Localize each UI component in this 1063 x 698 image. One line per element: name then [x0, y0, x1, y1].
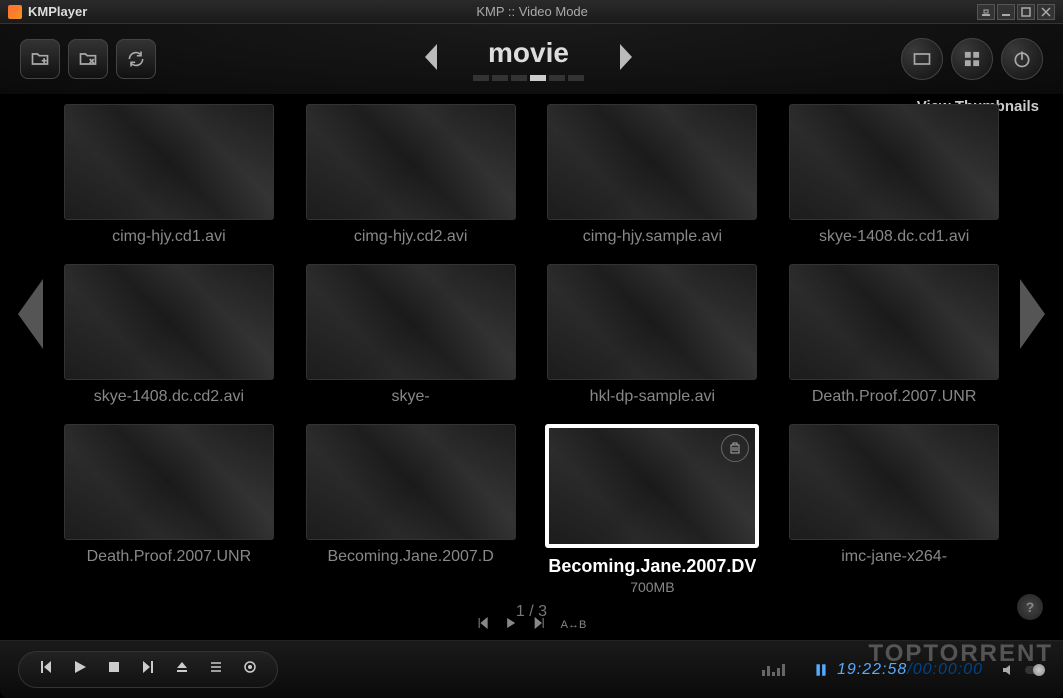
playlist-button[interactable]: [209, 660, 223, 679]
file-size: 700MB: [630, 579, 674, 595]
thumbnail-label: skye-: [392, 388, 430, 406]
help-button[interactable]: ?: [1017, 594, 1043, 620]
thumbnail-label: cimg-hjy.cd2.avi: [354, 228, 468, 246]
thumbnail-item[interactable]: cimg-hjy.sample.avi: [544, 104, 762, 246]
thumbnail-image: [547, 264, 757, 380]
thumbnail-image: [545, 424, 759, 548]
window-title: KMP :: Video Mode: [87, 4, 977, 19]
category-indicator: [473, 75, 584, 81]
thumbnail-item[interactable]: skye-1408.dc.cd1.avi: [785, 104, 1003, 246]
thumbnail-item[interactable]: cimg-hjy.cd1.avi: [60, 104, 278, 246]
app-name: KMPlayer: [28, 4, 87, 19]
time-total: 00:00:00: [913, 661, 983, 678]
thumbnail-image: [306, 264, 516, 380]
app-logo: [8, 5, 22, 19]
mini-next-button[interactable]: [533, 616, 545, 634]
thumbnail-item[interactable]: skye-1408.dc.cd2.avi: [60, 264, 278, 406]
thumbnail-image: [789, 424, 999, 540]
thumbnail-image: [789, 104, 999, 220]
thumbnail-item[interactable]: Becoming.Jane.2007.D: [302, 424, 520, 595]
thumbnail-label: Death.Proof.2007.UNR: [87, 548, 252, 566]
page-next-button[interactable]: [1015, 274, 1055, 359]
thumbnail-item[interactable]: cimg-hjy.cd2.avi: [302, 104, 520, 246]
category-next-button[interactable]: [614, 42, 638, 77]
minimize-button[interactable]: [997, 4, 1015, 20]
thumbnail-image: [64, 264, 274, 380]
pause-indicator-icon: [813, 662, 829, 678]
thumbnail-label: Becoming.Jane.2007.D: [327, 548, 493, 566]
thumbnail-label: cimg-hjy.cd1.avi: [112, 228, 226, 246]
settings-button[interactable]: [243, 660, 257, 679]
next-track-button[interactable]: [141, 660, 155, 679]
add-folder-button[interactable]: [20, 39, 60, 79]
thumbnail-label: Becoming.Jane.2007.DV: [548, 556, 756, 577]
maximize-button[interactable]: [1017, 4, 1035, 20]
thumbnail-image: [789, 264, 999, 380]
thumbnail-label: imc-jane-x264-: [841, 548, 947, 566]
thumbnail-label: Death.Proof.2007.UNR: [812, 388, 977, 406]
thumbnail-item[interactable]: Death.Proof.2007.UNR: [785, 264, 1003, 406]
thumbnail-item[interactable]: skye-: [302, 264, 520, 406]
thumbnail-item[interactable]: hkl-dp-sample.avi: [544, 264, 762, 406]
thumbnail-label: skye-1408.dc.cd2.avi: [94, 388, 244, 406]
thumbnail-image: [547, 104, 757, 220]
mini-prev-button[interactable]: [477, 616, 489, 634]
page-prev-button[interactable]: [8, 274, 48, 359]
thumbnail-label: skye-1408.dc.cd1.avi: [819, 228, 969, 246]
thumbnail-image: [64, 424, 274, 540]
thumbnail-item[interactable]: imc-jane-x264-: [785, 424, 1003, 595]
category-title: movie: [488, 37, 569, 69]
thumbnail-image: [64, 104, 274, 220]
thumbnail-image: [306, 424, 516, 540]
prev-track-button[interactable]: [39, 660, 53, 679]
time-display: 19:22:58/00:00:00: [837, 661, 983, 679]
remove-folder-button[interactable]: [68, 39, 108, 79]
play-button[interactable]: [73, 660, 87, 679]
mini-ab-repeat-button[interactable]: A↔B: [561, 619, 587, 631]
power-button[interactable]: [1001, 38, 1043, 80]
eject-button[interactable]: [175, 660, 189, 679]
thumbnail-image: [306, 104, 516, 220]
mini-play-button[interactable]: [505, 616, 517, 634]
volume-slider[interactable]: [1025, 666, 1045, 674]
time-current: 19:22:58: [837, 661, 907, 678]
refresh-button[interactable]: [116, 39, 156, 79]
tray-button[interactable]: [977, 4, 995, 20]
thumbnail-item[interactable]: Becoming.Jane.2007.DV 700MB: [544, 424, 762, 595]
thumbnail-label: cimg-hjy.sample.avi: [583, 228, 722, 246]
stop-button[interactable]: [107, 660, 121, 679]
fullscreen-button[interactable]: [901, 38, 943, 80]
thumbnail-item[interactable]: Death.Proof.2007.UNR: [60, 424, 278, 595]
category-prev-button[interactable]: [419, 42, 443, 77]
equalizer-icon: [762, 664, 785, 676]
close-button[interactable]: [1037, 4, 1055, 20]
grid-view-button[interactable]: [951, 38, 993, 80]
volume-icon[interactable]: [1001, 662, 1017, 678]
thumbnail-label: hkl-dp-sample.avi: [590, 388, 715, 406]
